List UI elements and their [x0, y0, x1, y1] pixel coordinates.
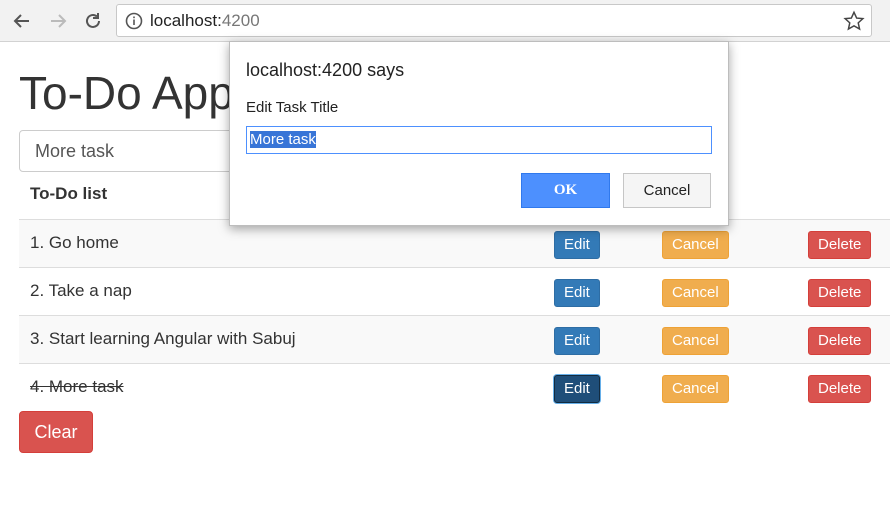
dialog-message: Edit Task Title	[246, 99, 339, 116]
table-row: 2. Take a nap Edit Cancel Delete	[19, 267, 890, 315]
task-text: 4. More task	[30, 377, 124, 396]
cancel-button[interactable]: Cancel	[662, 279, 729, 307]
table-row: 4. More task Edit Cancel Delete	[19, 363, 890, 411]
dialog-input-value: More task	[250, 131, 316, 148]
delete-button[interactable]: Delete	[808, 231, 872, 259]
back-arrow-icon[interactable]	[10, 9, 34, 33]
forward-arrow-icon[interactable]	[46, 9, 70, 33]
dialog-input[interactable]: More task	[246, 126, 712, 154]
task-text: 3. Start learning Angular with Sabuj	[30, 329, 296, 348]
page-title: To-Do App	[19, 67, 234, 119]
delete-button[interactable]: Delete	[808, 327, 872, 355]
task-text: 1. Go home	[30, 233, 119, 252]
table-row: 1. Go home Edit Cancel Delete	[19, 219, 890, 267]
url-text: localhost:4200	[150, 11, 260, 31]
delete-button[interactable]: Delete	[808, 375, 872, 403]
reload-icon[interactable]	[81, 9, 105, 33]
cancel-button[interactable]: Cancel	[662, 375, 729, 403]
dialog-title: localhost:4200 says	[246, 60, 405, 80]
edit-button[interactable]: Edit	[554, 231, 600, 259]
star-icon[interactable]	[843, 10, 865, 32]
dialog-cancel-button[interactable]: Cancel	[623, 173, 711, 208]
cancel-button[interactable]: Cancel	[662, 327, 729, 355]
url-host: localhost:	[150, 11, 222, 30]
edit-button[interactable]: Edit	[554, 327, 600, 355]
list-header: To-Do list	[30, 184, 108, 203]
cancel-button[interactable]: Cancel	[662, 231, 729, 259]
clear-button[interactable]: Clear	[19, 411, 93, 453]
ok-button[interactable]: OK	[521, 173, 610, 208]
edit-button[interactable]: Edit	[554, 375, 600, 403]
table-row: 3. Start learning Angular with Sabuj Edi…	[19, 315, 890, 363]
task-text: 2. Take a nap	[30, 281, 132, 300]
edit-button[interactable]: Edit	[554, 279, 600, 307]
delete-button[interactable]: Delete	[808, 279, 872, 307]
url-port: 4200	[221, 11, 260, 30]
browser-toolbar: localhost:4200	[0, 0, 890, 42]
address-bar[interactable]: localhost:4200	[116, 4, 872, 37]
prompt-dialog: localhost:4200 says Edit Task Title More…	[229, 41, 729, 226]
info-icon[interactable]	[125, 12, 143, 30]
